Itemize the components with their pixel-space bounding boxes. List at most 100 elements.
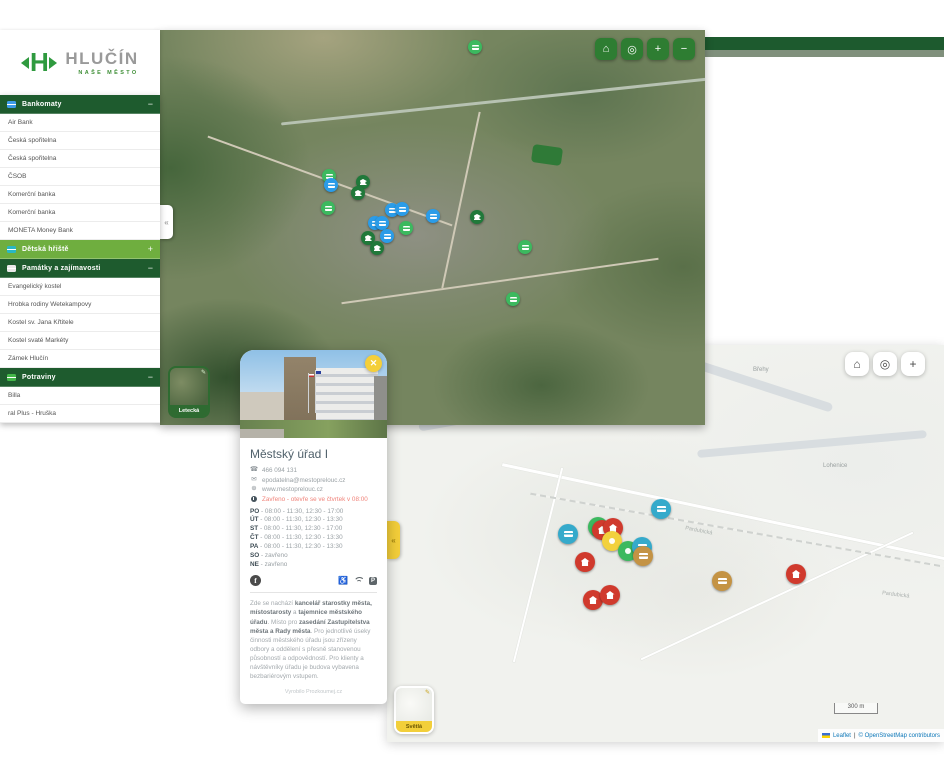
sidebar-section-header[interactable]: Potraviny− — [0, 368, 160, 387]
hours-value: 08:00 - 11:30, 12:30 - 17:00 — [265, 508, 343, 515]
section-toggle-icon[interactable]: − — [148, 99, 153, 109]
sidebar-item[interactable]: Komerční banka — [0, 186, 160, 204]
card-icon — [384, 234, 391, 239]
layer-switcher-light[interactable]: ✎ Světlá — [394, 686, 434, 734]
map-marker[interactable] — [399, 221, 413, 235]
flag-pole — [315, 370, 316, 413]
map-marker[interactable] — [426, 209, 440, 223]
map-marker[interactable] — [712, 571, 732, 591]
sidebar-section-header[interactable]: Památky a zajímavosti− — [0, 259, 160, 278]
contact-text[interactable]: www.mestoprelouc.cz — [262, 486, 323, 493]
popup-title: Městský úřad I — [250, 447, 377, 461]
map-marker[interactable] — [395, 202, 409, 216]
road — [441, 112, 480, 288]
screenshot-canvas: BřehyLohenicePardubickáPardubická ⌂◎+ « … — [0, 0, 944, 772]
section-toggle-icon[interactable]: − — [148, 263, 153, 273]
home-button[interactable]: ⌂ — [595, 38, 617, 60]
divider — [250, 592, 377, 593]
map-marker[interactable] — [651, 499, 671, 519]
street-controls: ⌂◎+ — [845, 352, 925, 376]
popup-description: Zde se nachází kancelář starostky města,… — [250, 599, 377, 681]
map-marker[interactable] — [468, 40, 482, 54]
hours-row: NE - zavřeno — [250, 561, 377, 570]
map-marker[interactable] — [370, 241, 384, 255]
hours-day: ST — [250, 525, 258, 532]
hours-value: 08:00 - 11:30, 12:30 - 17:00 — [264, 525, 342, 532]
contact-row: Zavřeno - otevře se ve čtvrtek v 08:00 — [250, 496, 377, 503]
zoom-in-button[interactable]: + — [901, 352, 925, 376]
scale-bar: 300 m — [834, 703, 878, 714]
map-attribution: Leaflet | © OpenStreetMap contributors — [818, 729, 944, 742]
layer-switcher-satellite[interactable]: ✎ Letecká — [168, 366, 210, 418]
card-icon — [403, 226, 410, 231]
sidebar-item[interactable]: ČSOB — [0, 168, 160, 186]
section-label: Potraviny — [22, 374, 142, 381]
email-icon: ✉ — [250, 477, 258, 484]
zoom-in-button[interactable]: + — [647, 38, 669, 60]
hlucin-logo-icon: H — [21, 48, 57, 78]
panel-collapse-tab[interactable]: « — [387, 521, 400, 559]
map-marker[interactable] — [351, 186, 365, 200]
sidebar-item[interactable]: Česká spořitelna — [0, 132, 160, 150]
map-marker[interactable] — [380, 229, 394, 243]
map-marker[interactable] — [506, 292, 520, 306]
locate-button[interactable]: ◎ — [873, 352, 897, 376]
hours-row: ČT - 08:00 - 11:30, 12:30 - 13:30 — [250, 534, 377, 543]
house-icon — [792, 570, 801, 578]
map-marker[interactable] — [375, 216, 389, 230]
map-marker[interactable] — [321, 201, 335, 215]
facebook-icon[interactable]: f — [250, 575, 261, 586]
poi-popup: ✕ Městský úřad I ☎466 094 131✉epodatelna… — [240, 350, 387, 704]
sidebar-item[interactable]: Hrobka rodiny Wetekampovy — [0, 296, 160, 314]
sidebar-item[interactable]: Komerční banka — [0, 204, 160, 222]
hours-day: SO — [250, 552, 259, 559]
sidebar-collapse-tab[interactable]: « — [160, 205, 173, 239]
eu-flag-icon — [316, 371, 321, 374]
river — [697, 430, 927, 458]
sidebar-item[interactable]: ral Plus - Hruška — [0, 405, 160, 423]
map-marker[interactable] — [600, 585, 620, 605]
map-marker[interactable] — [558, 524, 578, 544]
sidebar-item[interactable]: Evangelický kostel — [0, 278, 160, 296]
map-marker[interactable] — [575, 552, 595, 572]
place-label: Břehy — [753, 367, 769, 373]
house-icon — [589, 596, 598, 604]
hours-value: 08:00 - 11:30, 12:30 - 13:30 — [264, 543, 342, 550]
locate-button[interactable]: ◎ — [621, 38, 643, 60]
home-button[interactable]: ⌂ — [845, 352, 869, 376]
sidebar-item[interactable]: Kostel svaté Markéty — [0, 332, 160, 350]
sidebar-section-header[interactable]: Dětská hřiště+ — [0, 240, 160, 259]
close-button[interactable]: ✕ — [365, 355, 382, 372]
sidebar-item[interactable]: Billa — [0, 387, 160, 405]
map-marker[interactable] — [324, 178, 338, 192]
sidebar-item[interactable]: Česká spořitelna — [0, 150, 160, 168]
dot-icon — [609, 538, 615, 544]
logo-subtitle: NAŠE MĚSTO — [65, 70, 138, 76]
sidebar-item[interactable]: MONETA Money Bank — [0, 222, 160, 240]
photo-building-main — [316, 368, 378, 423]
clock-icon — [251, 496, 257, 502]
leaflet-link[interactable]: Leaflet — [833, 733, 851, 739]
osm-link[interactable]: © OpenStreetMap contributors — [859, 733, 940, 739]
card-icon — [379, 221, 386, 226]
edit-icon: ✎ — [425, 689, 430, 696]
section-toggle-icon[interactable]: − — [148, 372, 153, 382]
layer-label: Letecká — [170, 405, 208, 416]
sidebar: Bankomaty−Air BankČeská spořitelnaČeská … — [0, 95, 160, 423]
hours-value: 08:00 - 11:30, 12:30 - 13:30 — [264, 534, 342, 541]
hours-value: zavřeno — [265, 561, 288, 568]
sidebar-item[interactable]: Kostel sv. Jana Křtitele — [0, 314, 160, 332]
map-marker[interactable] — [470, 210, 484, 224]
section-toggle-icon[interactable]: + — [148, 244, 153, 254]
map-marker[interactable] — [786, 564, 806, 584]
zoom-out-button[interactable]: − — [673, 38, 695, 60]
bank-icon — [355, 190, 362, 196]
map-marker[interactable] — [633, 546, 653, 566]
hours-day: ČT — [250, 534, 259, 541]
atm-card-icon — [7, 101, 16, 108]
sidebar-section-header[interactable]: Bankomaty− — [0, 95, 160, 114]
map-marker[interactable] — [518, 240, 532, 254]
photo-building-left — [240, 392, 284, 420]
sidebar-item[interactable]: Air Bank — [0, 114, 160, 132]
sidebar-item[interactable]: Zámek Hlučín — [0, 350, 160, 368]
